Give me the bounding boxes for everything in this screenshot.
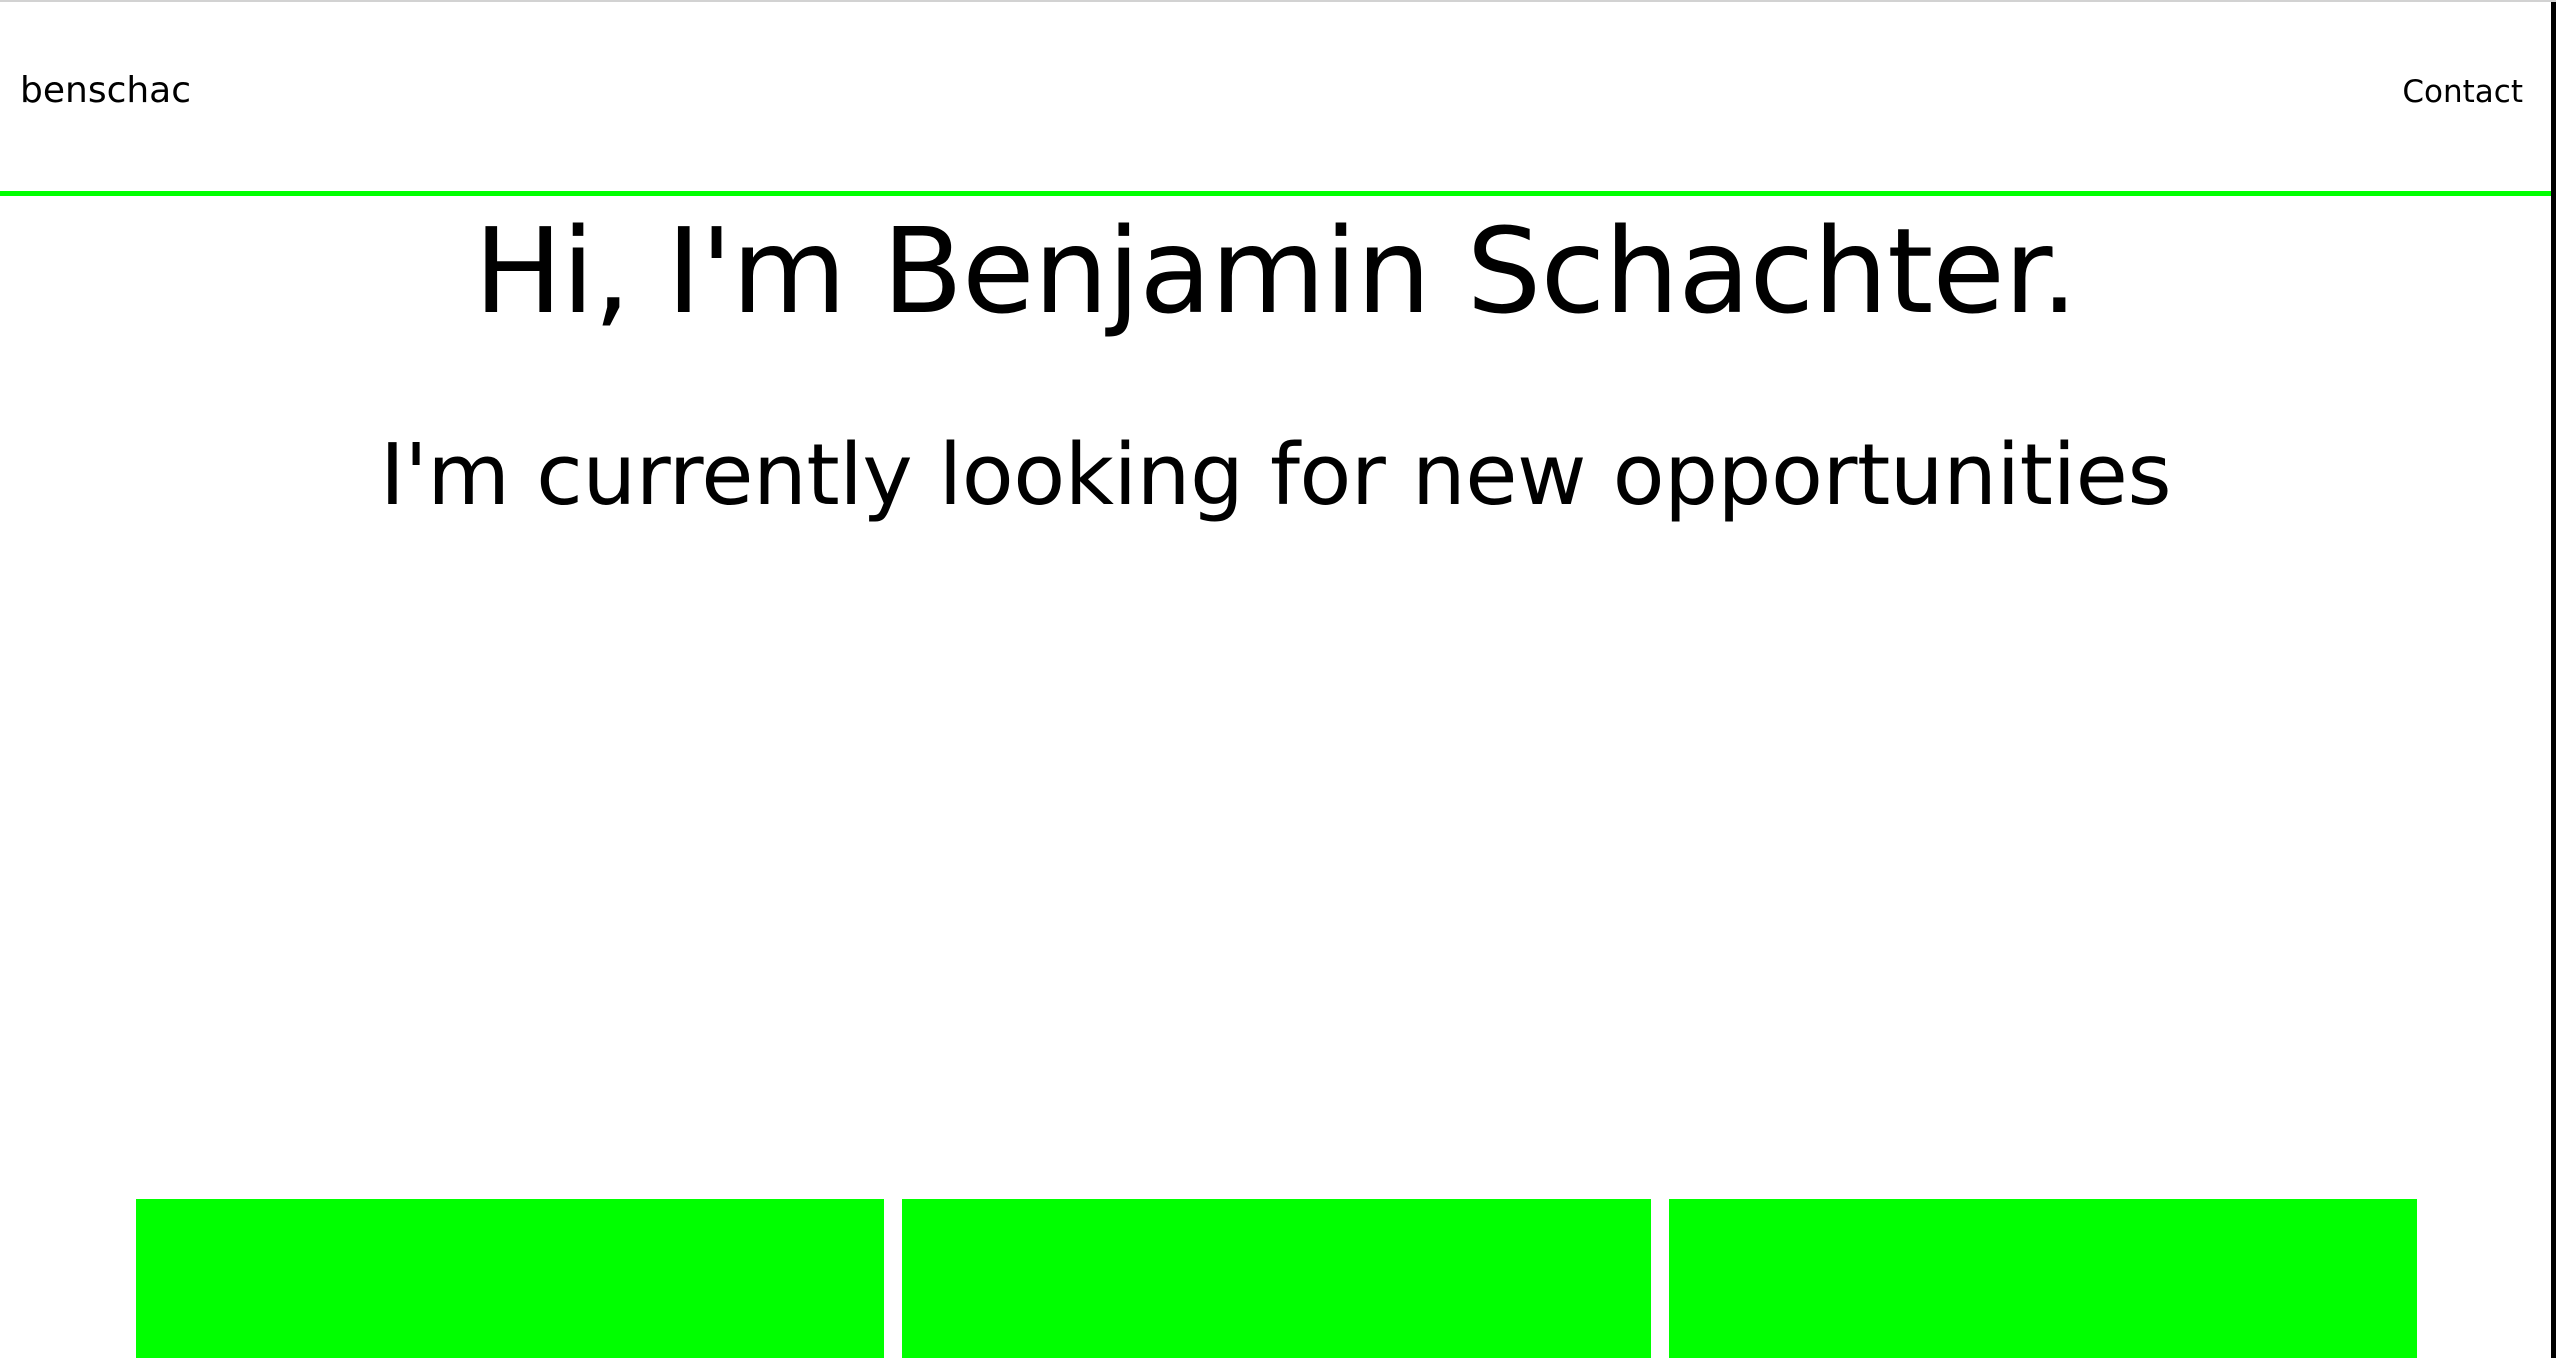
navbar: benschac Contact bbox=[0, 2, 2551, 192]
project-card[interactable] bbox=[136, 1199, 885, 1358]
hero-title: Hi, I'm Benjamin Schachter. bbox=[473, 202, 2078, 340]
hero-subtitle: I'm currently looking for new opportunit… bbox=[379, 426, 2172, 525]
page: benschac Contact Hi, I'm Benjamin Schach… bbox=[0, 0, 2556, 1358]
window-edge bbox=[2551, 2, 2556, 1358]
project-card[interactable] bbox=[902, 1199, 1651, 1358]
project-cards bbox=[136, 1199, 2417, 1358]
contact-link[interactable]: Contact bbox=[2402, 74, 2523, 110]
navbar-divider bbox=[0, 191, 2551, 196]
project-card[interactable] bbox=[1668, 1199, 2417, 1358]
brand-logo-link[interactable]: benschac bbox=[20, 70, 191, 111]
